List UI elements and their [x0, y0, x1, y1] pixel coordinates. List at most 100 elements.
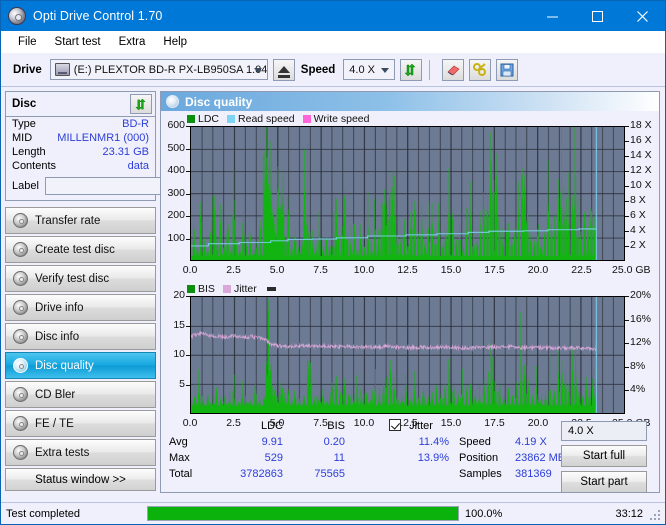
y-axis-tick-label: 15: [173, 318, 185, 331]
bis-plot-canvas[interactable]: [190, 296, 625, 414]
drive-select[interactable]: (E:) PLEXTOR BD-R PX-LB950SA 1.04: [49, 59, 268, 80]
sidebar-item-extra-tests[interactable]: Extra tests: [5, 439, 156, 466]
menu-item-file[interactable]: File: [9, 34, 46, 50]
maximize-button[interactable]: [575, 1, 620, 31]
right-panel: Disc quality LDC Read speed Write speed …: [160, 91, 660, 493]
samples-value: 381369: [515, 468, 552, 480]
y-axis-tick-label: 100: [167, 231, 185, 244]
y-axis-tick-label: 10: [173, 348, 185, 360]
bis-chart-legend: BIS Jitter: [187, 283, 276, 295]
sidebar-item-label: FE / TE: [35, 417, 74, 430]
ldc-plot-canvas[interactable]: [190, 126, 625, 261]
y2-axis-tick-label: 16 X: [630, 134, 652, 146]
legend-swatch-jitter: [222, 285, 231, 293]
legend-swatch-ldc: [187, 115, 195, 123]
save-button[interactable]: [496, 58, 519, 81]
x-axis-tick-label: 0.0: [182, 264, 198, 276]
close-button[interactable]: [620, 1, 665, 31]
menu-item-extra[interactable]: Extra: [110, 34, 155, 50]
progress-percent: 100.0%: [465, 507, 503, 520]
refresh-button[interactable]: [400, 58, 423, 81]
window-controls: [530, 1, 665, 31]
x-axis-tick-label: 15.0: [440, 264, 462, 276]
start-full-button[interactable]: Start full: [561, 445, 647, 467]
x-axis-tick-label: 20.0: [527, 264, 549, 276]
speed-select-value: 4.0 X: [349, 63, 375, 76]
jitter-checkbox-row[interactable]: Jitter: [389, 419, 433, 432]
legend-item-bis: BIS: [187, 283, 215, 295]
stats-jitter-max: 13.9%: [417, 452, 449, 464]
refresh-icon: [404, 63, 416, 76]
toolbar-separator: [429, 59, 431, 80]
speed-key: Speed: [459, 436, 491, 448]
jitter-marker-icon: [266, 287, 276, 291]
x-axis-tick-label: 2.5: [226, 264, 241, 276]
disc-refresh-button[interactable]: [130, 94, 152, 114]
tools-button[interactable]: [469, 58, 492, 81]
menu-item-start-test[interactable]: Start test: [46, 34, 110, 50]
position-value: 23862 MB: [515, 452, 566, 464]
y-axis-tick: [186, 171, 190, 172]
x-axis-tick-label: 10.0: [353, 264, 375, 276]
y2-axis-tick: [625, 156, 629, 157]
main-body: Disc Type BD-R MID MILLENMR1 (000) Lengt…: [1, 87, 665, 493]
stats-col-header-ldc: LDC: [260, 420, 283, 432]
start-part-button[interactable]: Start part: [561, 471, 647, 492]
eject-button[interactable]: [272, 58, 295, 81]
sidebar-item-verify-test-disc[interactable]: Verify test disc: [5, 265, 156, 292]
y-axis-tick: [186, 194, 190, 195]
sidebar-item-disc-info[interactable]: Disc info: [5, 323, 156, 350]
window-title: Opti Drive Control 1.70: [33, 9, 163, 23]
disc-title: Disc: [12, 98, 37, 110]
jitter-checkbox[interactable]: [389, 419, 401, 431]
menu-bar: File Start test Extra Help: [1, 31, 665, 53]
disc-row-value: BD-R: [122, 118, 149, 130]
y-axis-tick: [186, 216, 190, 217]
y2-axis-tick: [625, 171, 629, 172]
erase-button[interactable]: [442, 58, 465, 81]
disc-icon: [13, 416, 28, 431]
disc-row-key: Type: [12, 118, 36, 130]
menu-item-help[interactable]: Help: [154, 34, 196, 50]
stats-ldc-avg: 9.91: [261, 436, 283, 448]
sidebar-item-create-test-disc[interactable]: Create test disc: [5, 236, 156, 263]
y-axis-tick: [186, 326, 190, 327]
y2-axis-tick-label: 16%: [630, 312, 652, 325]
sidebar-item-fe-te[interactable]: FE / TE: [5, 410, 156, 437]
y2-axis-tick-label: 20%: [630, 289, 652, 301]
test-speed-select[interactable]: 4.0 X: [561, 421, 647, 441]
stats-row-key-total: Total: [169, 468, 193, 480]
jitter-label: Jitter: [409, 420, 433, 432]
sidebar-item-label: Disc info: [35, 330, 80, 343]
y2-axis-tick-label: 6 X: [630, 209, 646, 221]
status-window-button[interactable]: Status window >>: [5, 468, 156, 491]
y2-axis-tick-label: 2 X: [630, 239, 646, 251]
sidebar-item-drive-info[interactable]: Drive info: [5, 294, 156, 321]
y2-axis-tick: [625, 126, 629, 127]
sidebar-item-transfer-rate[interactable]: Transfer rate: [5, 207, 156, 234]
y2-axis-tick-label: 12%: [630, 336, 652, 349]
sidebar-item-label: Extra tests: [35, 446, 90, 459]
y2-axis-tick-label: 8%: [630, 359, 646, 372]
elapsed-time: 33:12: [615, 507, 643, 520]
speed-value: 4.19 X: [515, 436, 547, 448]
y-axis-tick: [186, 149, 190, 150]
sidebar-item-disc-quality[interactable]: Disc quality: [5, 352, 156, 379]
ldc-chart-legend: LDC Read speed Write speed: [187, 113, 374, 125]
x-axis-tick-label: 25.0 GB: [612, 264, 651, 276]
legend-swatch-write-speed: [302, 115, 311, 123]
sidebar-item-label: Verify test disc: [35, 272, 110, 285]
y2-axis-tick-label: 18 X: [630, 119, 652, 131]
disc-row-key: Length: [12, 146, 46, 158]
sidebar-item-cd-bler[interactable]: CD Bler: [5, 381, 156, 408]
minimize-button[interactable]: [530, 1, 575, 31]
disc-row-value: data: [127, 160, 149, 172]
resize-grip[interactable]: [649, 509, 662, 522]
y2-axis-tick-label: 4 X: [630, 224, 646, 236]
y-axis-tick: [186, 126, 190, 127]
disc-icon: [13, 358, 28, 373]
disc-icon: [13, 300, 28, 315]
sidebar-item-label: CD Bler: [35, 388, 76, 401]
speed-select[interactable]: 4.0 X: [343, 59, 396, 80]
y2-axis-tick: [625, 186, 629, 187]
